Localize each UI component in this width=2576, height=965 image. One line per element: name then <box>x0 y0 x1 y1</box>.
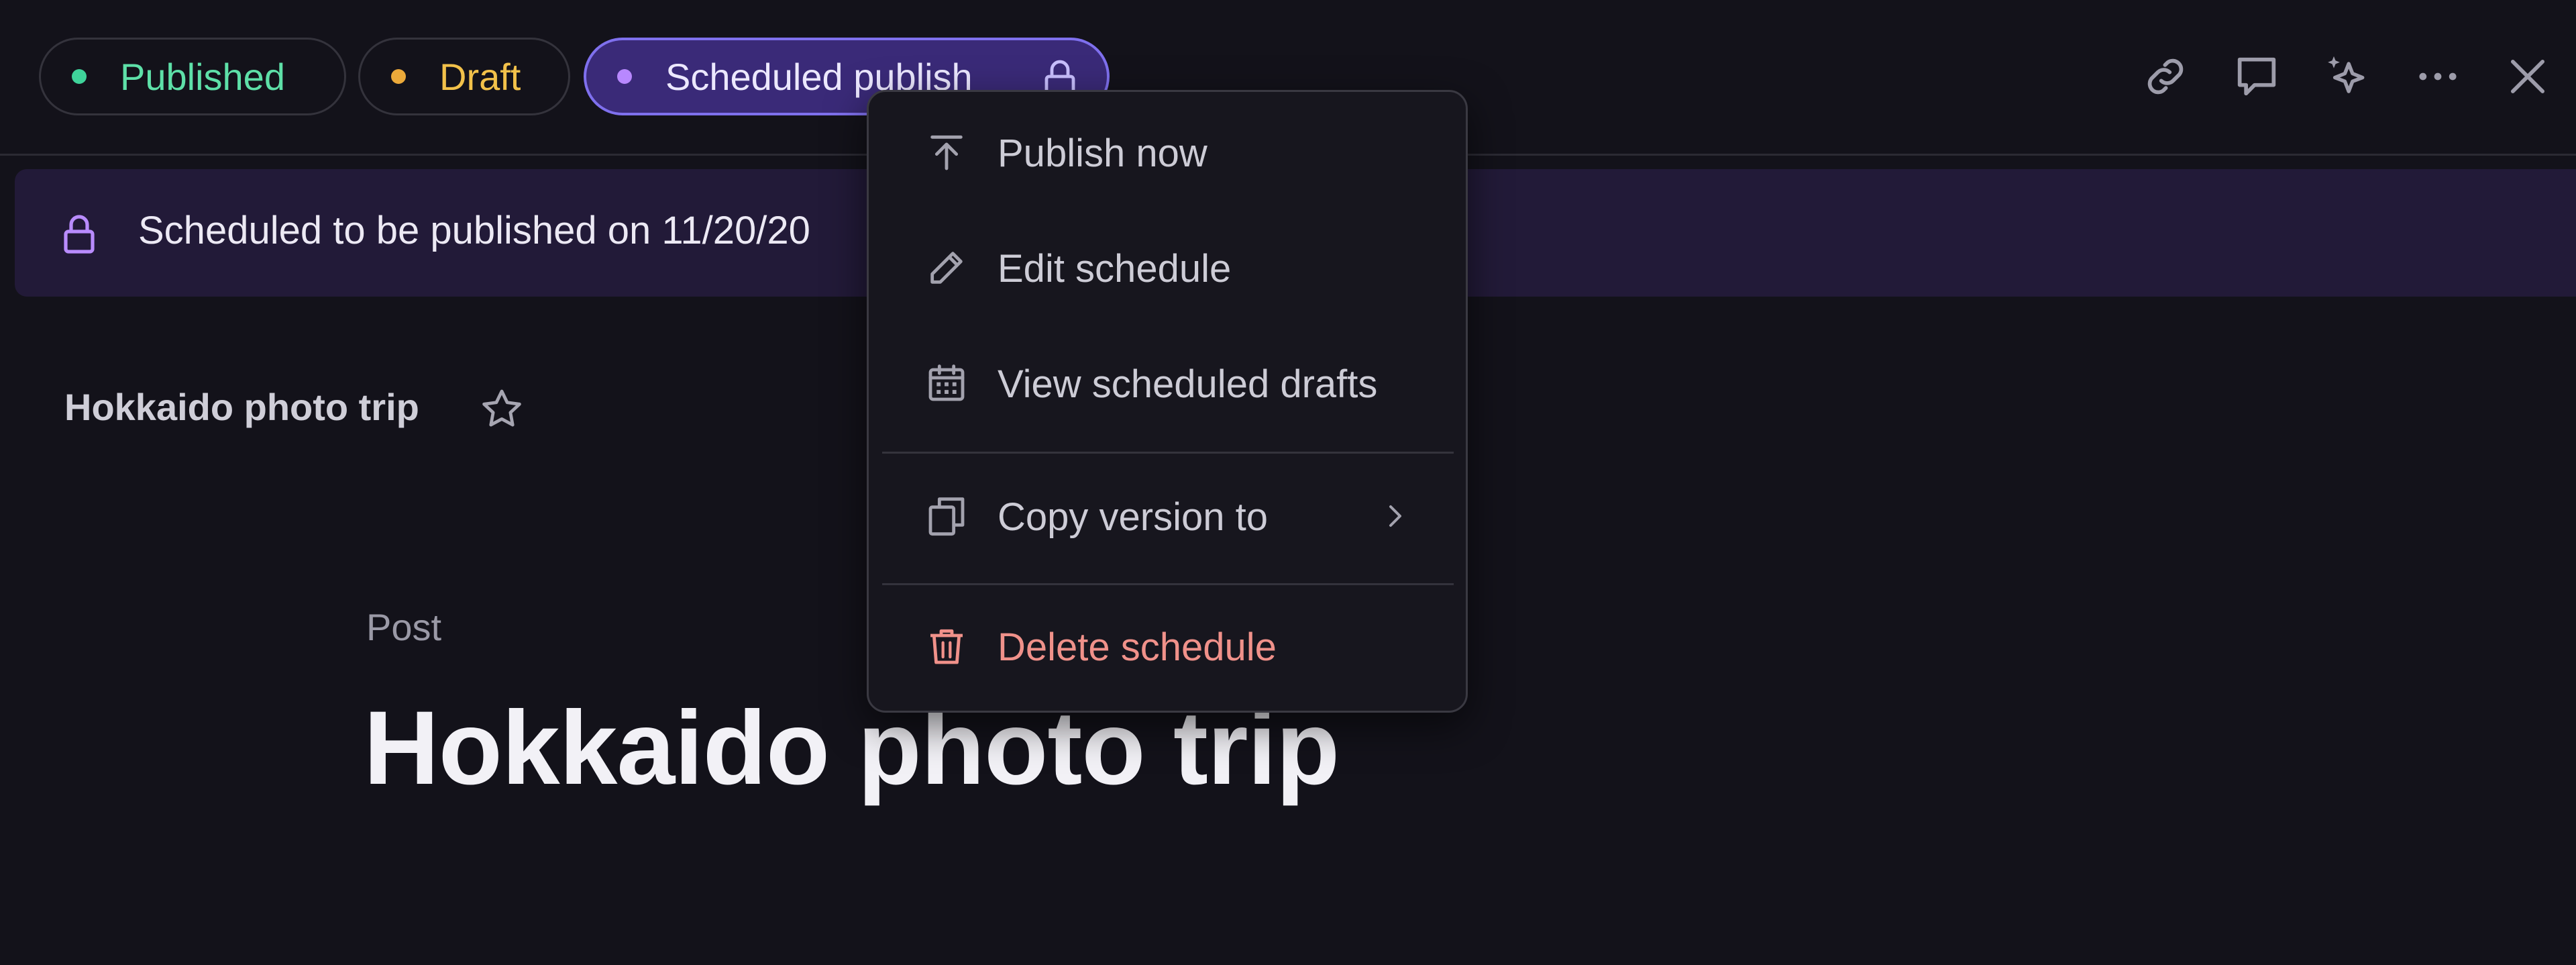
status-dot <box>391 69 406 84</box>
more-icon[interactable] <box>2412 51 2463 102</box>
status-pill-label: Published <box>120 55 285 98</box>
status-pill-draft[interactable]: Draft <box>358 38 570 115</box>
pencil-icon <box>930 252 963 284</box>
menu-item-copy-version-to[interactable]: Copy version to <box>882 465 1454 566</box>
comment-icon[interactable] <box>2231 51 2282 102</box>
close-icon[interactable] <box>2502 51 2553 102</box>
document-type-label: Post <box>366 606 442 648</box>
link-icon[interactable] <box>2140 51 2191 102</box>
trash-icon <box>930 629 963 664</box>
document-header-title: Hokkaido photo trip <box>64 386 419 428</box>
menu-item-label: Copy version to <box>998 495 1268 539</box>
menu-item-label: Edit schedule <box>998 247 1232 291</box>
menu-item-label: Publish now <box>998 132 1208 175</box>
star-icon[interactable] <box>478 385 526 434</box>
status-dot <box>72 69 87 84</box>
schedule-context-menu: Publish now Edit schedule View scheduled… <box>867 90 1468 713</box>
menu-item-label: Delete schedule <box>998 625 1277 669</box>
menu-item-view-scheduled-drafts[interactable]: View scheduled drafts <box>882 332 1454 433</box>
chevron-right-icon <box>1389 505 1401 527</box>
sparkle-icon[interactable] <box>2321 51 2372 102</box>
banner-text: Scheduled to be published on 11/20/20 <box>138 209 810 252</box>
menu-divider <box>882 452 1454 454</box>
menu-item-label: View scheduled drafts <box>998 362 1378 406</box>
menu-item-edit-schedule[interactable]: Edit schedule <box>882 217 1454 317</box>
status-dot <box>617 69 632 84</box>
publish-icon <box>930 135 963 170</box>
status-pill-published[interactable]: Published <box>39 38 346 115</box>
lock-icon <box>64 215 95 254</box>
calendar-icon <box>928 364 965 401</box>
menu-item-delete-schedule[interactable]: Delete schedule <box>882 595 1454 696</box>
menu-divider <box>882 583 1454 585</box>
menu-item-publish-now[interactable]: Publish now <box>882 101 1454 202</box>
copy-icon <box>928 497 965 536</box>
status-pill-label: Draft <box>439 55 521 98</box>
